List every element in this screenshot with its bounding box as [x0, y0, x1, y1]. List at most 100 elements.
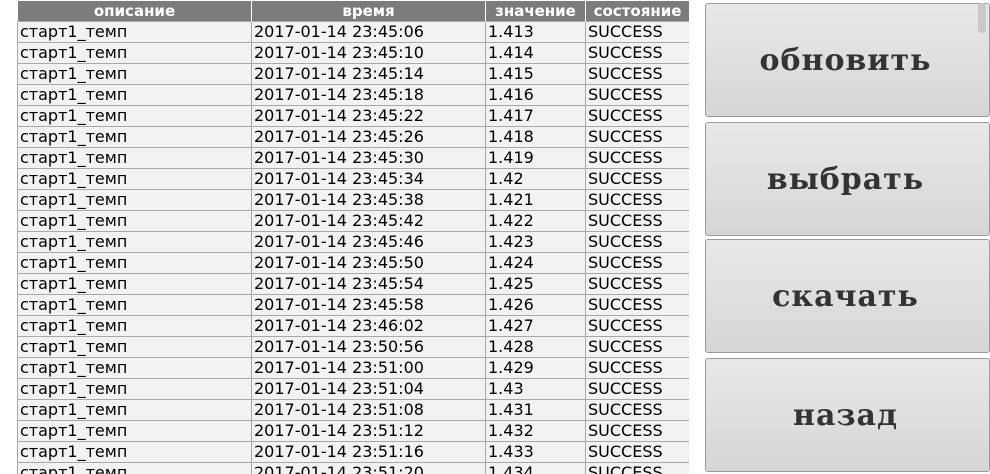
cell-time: 2017-01-14 23:45:26: [251, 126, 486, 148]
cell-time: 2017-01-14 23:45:14: [251, 63, 486, 85]
table-row[interactable]: старт1_темп 2017-01-14 23:51:08 1.431 SUCCE…: [17, 399, 689, 421]
table-row[interactable]: старт1_темп 2017-01-14 23:45:06 1.413 SUCCE…: [17, 21, 689, 43]
cell-time: 2017-01-14 23:51:12: [251, 420, 486, 442]
cell-status: SUCCESS: [585, 273, 689, 295]
cell-status: SUCCESS: [585, 231, 689, 253]
cell-value: 1.417: [485, 105, 586, 127]
cell-description: старт1_темп: [17, 84, 252, 106]
refresh-button[interactable]: обновить: [705, 3, 990, 117]
cell-value: 1.413: [485, 21, 586, 43]
download-button[interactable]: скачать: [705, 239, 990, 353]
cell-description: старт1_темп: [17, 252, 252, 274]
select-button-label: выбрать: [766, 161, 925, 197]
cell-time: 2017-01-14 23:51:20: [251, 462, 486, 474]
cell-time: 2017-01-14 23:46:02: [251, 315, 486, 337]
cell-status: SUCCESS: [585, 462, 689, 474]
cell-status: SUCCESS: [585, 147, 689, 169]
cell-value: 1.415: [485, 63, 586, 85]
cell-description: старт1_темп: [17, 126, 252, 148]
column-header-status[interactable]: состояние: [585, 1, 689, 22]
cell-time: 2017-01-14 23:51:00: [251, 357, 486, 379]
table-row[interactable]: старт1_темп 2017-01-14 23:51:00 1.429 SUCCE…: [17, 357, 689, 379]
table-row[interactable]: старт1_темп 2017-01-14 23:45:22 1.417 SUCCE…: [17, 105, 689, 127]
cell-time: 2017-01-14 23:50:56: [251, 336, 486, 358]
cell-status: SUCCESS: [585, 378, 689, 400]
cell-description: старт1_темп: [17, 21, 252, 43]
table-row[interactable]: старт1_темп 2017-01-14 23:46:02 1.427 SUCCE…: [17, 315, 689, 337]
select-button[interactable]: выбрать: [705, 122, 990, 236]
table-row[interactable]: старт1_темп 2017-01-14 23:45:26 1.418 SUCCE…: [17, 126, 689, 148]
cell-description: старт1_темп: [17, 147, 252, 169]
table-row[interactable]: старт1_темп 2017-01-14 23:51:12 1.432 SUCCE…: [17, 420, 689, 442]
cell-value: 1.414: [485, 42, 586, 64]
table-row[interactable]: старт1_темп 2017-01-14 23:51:04 1.43 SUCCES…: [17, 378, 689, 400]
cell-value: 1.425: [485, 273, 586, 295]
cell-value: 1.416: [485, 84, 586, 106]
table-row[interactable]: старт1_темп 2017-01-14 23:51:20 1.434 SUCCE…: [17, 462, 689, 474]
table-row[interactable]: старт1_темп 2017-01-14 23:50:56 1.428 SUCCE…: [17, 336, 689, 358]
results-table-container[interactable]: описание время значение состояние старт1…: [17, 1, 689, 474]
cell-description: старт1_темп: [17, 294, 252, 316]
cell-value: 1.429: [485, 357, 586, 379]
column-header-value[interactable]: значение: [485, 1, 586, 22]
cell-description: старт1_темп: [17, 399, 252, 421]
table-row[interactable]: старт1_темп 2017-01-14 23:45:10 1.414 SUCCE…: [17, 42, 689, 64]
table-row[interactable]: старт1_темп 2017-01-14 23:45:38 1.421 SUCCE…: [17, 189, 689, 211]
table-row[interactable]: старт1_темп 2017-01-14 23:45:46 1.423 SUCCE…: [17, 231, 689, 253]
table-row[interactable]: старт1_темп 2017-01-14 23:45:30 1.419 SUCCE…: [17, 147, 689, 169]
cell-description: старт1_темп: [17, 105, 252, 127]
cell-value: 1.42: [485, 168, 586, 190]
cell-value: 1.428: [485, 336, 586, 358]
table-row[interactable]: старт1_темп 2017-01-14 23:45:42 1.422 SUCCE…: [17, 210, 689, 232]
cell-description: старт1_темп: [17, 231, 252, 253]
cell-time: 2017-01-14 23:45:58: [251, 294, 486, 316]
cell-value: 1.426: [485, 294, 586, 316]
back-button-label: назад: [793, 397, 898, 433]
cell-status: SUCCESS: [585, 21, 689, 43]
cell-description: старт1_темп: [17, 63, 252, 85]
cell-status: SUCCESS: [585, 441, 689, 463]
cell-description: старт1_темп: [17, 42, 252, 64]
cell-description: старт1_темп: [17, 315, 252, 337]
cell-time: 2017-01-14 23:45:06: [251, 21, 486, 43]
cell-description: старт1_темп: [17, 462, 252, 474]
cell-status: SUCCESS: [585, 336, 689, 358]
table-row[interactable]: старт1_темп 2017-01-14 23:45:54 1.425 SUCCE…: [17, 273, 689, 295]
cell-description: старт1_темп: [17, 168, 252, 190]
cell-status: SUCCESS: [585, 42, 689, 64]
cell-status: SUCCESS: [585, 399, 689, 421]
cell-time: 2017-01-14 23:45:34: [251, 168, 486, 190]
cell-description: старт1_темп: [17, 378, 252, 400]
cell-value: 1.423: [485, 231, 586, 253]
cell-status: SUCCESS: [585, 63, 689, 85]
cell-time: 2017-01-14 23:45:50: [251, 252, 486, 274]
cell-status: SUCCESS: [585, 210, 689, 232]
cell-status: SUCCESS: [585, 168, 689, 190]
column-header-description[interactable]: описание: [17, 1, 252, 22]
table-row[interactable]: старт1_темп 2017-01-14 23:45:18 1.416 SUCCE…: [17, 84, 689, 106]
table-row[interactable]: старт1_темп 2017-01-14 23:45:14 1.415 SUCCE…: [17, 63, 689, 85]
cell-value: 1.419: [485, 147, 586, 169]
cell-status: SUCCESS: [585, 294, 689, 316]
cell-time: 2017-01-14 23:51:08: [251, 399, 486, 421]
table-row[interactable]: старт1_темп 2017-01-14 23:45:50 1.424 SUCCE…: [17, 252, 689, 274]
table-row[interactable]: старт1_темп 2017-01-14 23:45:58 1.426 SUCCE…: [17, 294, 689, 316]
refresh-button-label: обновить: [759, 42, 932, 78]
table-row[interactable]: старт1_темп 2017-01-14 23:51:16 1.433 SUCCE…: [17, 441, 689, 463]
cell-time: 2017-01-14 23:51:16: [251, 441, 486, 463]
cell-description: старт1_темп: [17, 420, 252, 442]
cell-value: 1.424: [485, 252, 586, 274]
cell-value: 1.433: [485, 441, 586, 463]
cell-time: 2017-01-14 23:45:38: [251, 189, 486, 211]
cell-value: 1.421: [485, 189, 586, 211]
cell-value: 1.427: [485, 315, 586, 337]
table-row[interactable]: старт1_темп 2017-01-14 23:45:34 1.42 SUCCES…: [17, 168, 689, 190]
back-button[interactable]: назад: [705, 358, 990, 472]
column-header-time[interactable]: время: [251, 1, 486, 22]
cell-status: SUCCESS: [585, 105, 689, 127]
scrollbar-thumb[interactable]: [978, 3, 986, 33]
cell-status: SUCCESS: [585, 252, 689, 274]
cell-value: 1.431: [485, 399, 586, 421]
cell-time: 2017-01-14 23:45:10: [251, 42, 486, 64]
cell-time: 2017-01-14 23:45:18: [251, 84, 486, 106]
